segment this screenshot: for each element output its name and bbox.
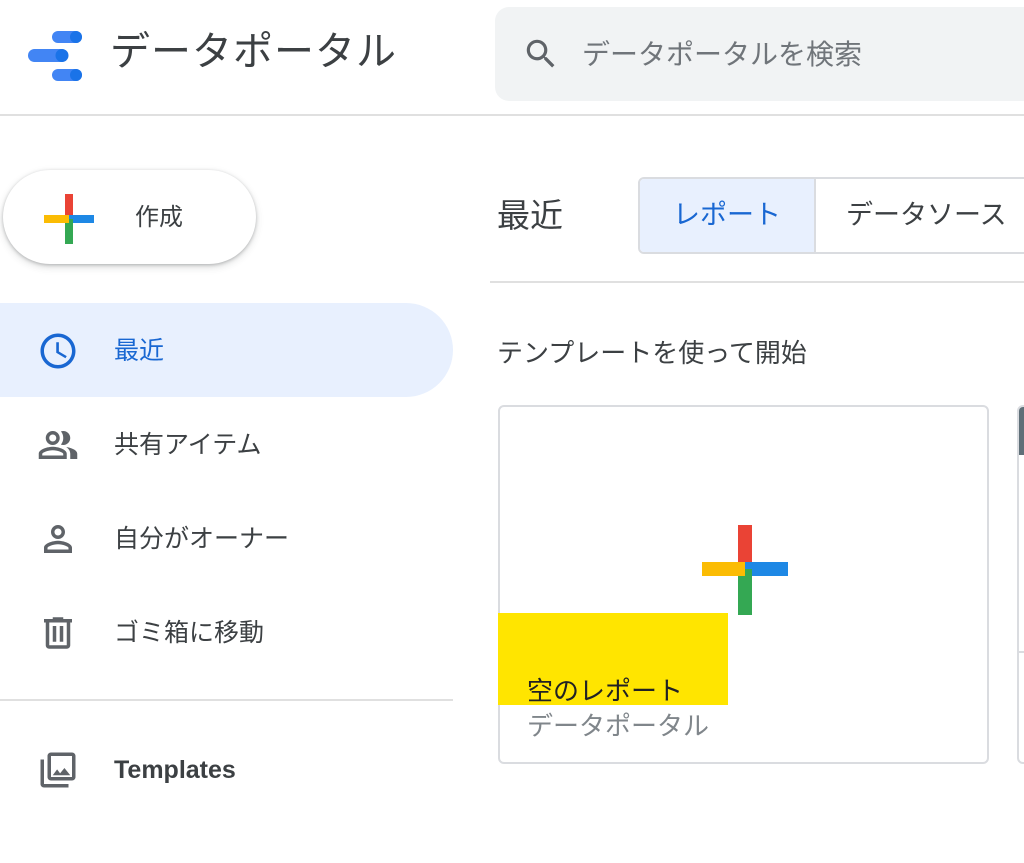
blank-report-card[interactable]: 空のレポート データポータル (498, 405, 989, 764)
sidebar-item-label: 自分がオーナー (114, 524, 290, 553)
sidebar-item-shared[interactable]: 共有アイテム (0, 397, 453, 491)
colored-plus-icon (44, 194, 94, 244)
template-card[interactable] (1017, 405, 1024, 764)
clock-icon (40, 333, 76, 369)
sidebar-item-label: 共有アイテム (114, 430, 262, 459)
sidebar-divider (0, 699, 453, 701)
create-button[interactable]: 作成 (3, 170, 256, 264)
colored-plus-icon (702, 525, 788, 615)
sidebar-item-templates[interactable]: Templates (0, 722, 453, 816)
sidebar-item-label: Templates (114, 756, 236, 784)
template-thumbnail (1019, 407, 1024, 455)
page-title: 最近 (497, 196, 563, 235)
tab-data-sources[interactable]: データソース (816, 179, 1024, 252)
people-icon (38, 431, 78, 459)
data-studio-logo-icon[interactable] (28, 29, 86, 83)
trash-icon (44, 617, 72, 649)
main-divider (490, 281, 1024, 283)
person-icon (44, 525, 72, 553)
card-divider (1019, 651, 1024, 653)
sidebar-item-owned-by-me[interactable]: 自分がオーナー (0, 491, 453, 585)
photo-library-icon (40, 752, 76, 788)
card-title: 空のレポート (527, 677, 684, 707)
view-tabs: レポート データソース (638, 177, 1024, 254)
create-button-label: 作成 (135, 203, 183, 231)
sidebar-item-label: ゴミ箱に移動 (114, 618, 265, 647)
sidebar-item-recent[interactable]: 最近 (0, 303, 453, 397)
sidebar-item-label: 最近 (114, 336, 165, 365)
sidebar-item-trash[interactable]: ゴミ箱に移動 (0, 585, 453, 679)
template-section-title: テンプレートを使って開始 (497, 339, 807, 369)
search-input[interactable] (582, 31, 1024, 77)
search-bar[interactable] (495, 7, 1024, 101)
app-header: データポータル (0, 0, 1024, 116)
search-icon[interactable] (522, 35, 560, 73)
tab-reports[interactable]: レポート (640, 179, 816, 252)
app-title: データポータル (110, 29, 397, 75)
card-subtitle: データポータル (527, 712, 710, 742)
